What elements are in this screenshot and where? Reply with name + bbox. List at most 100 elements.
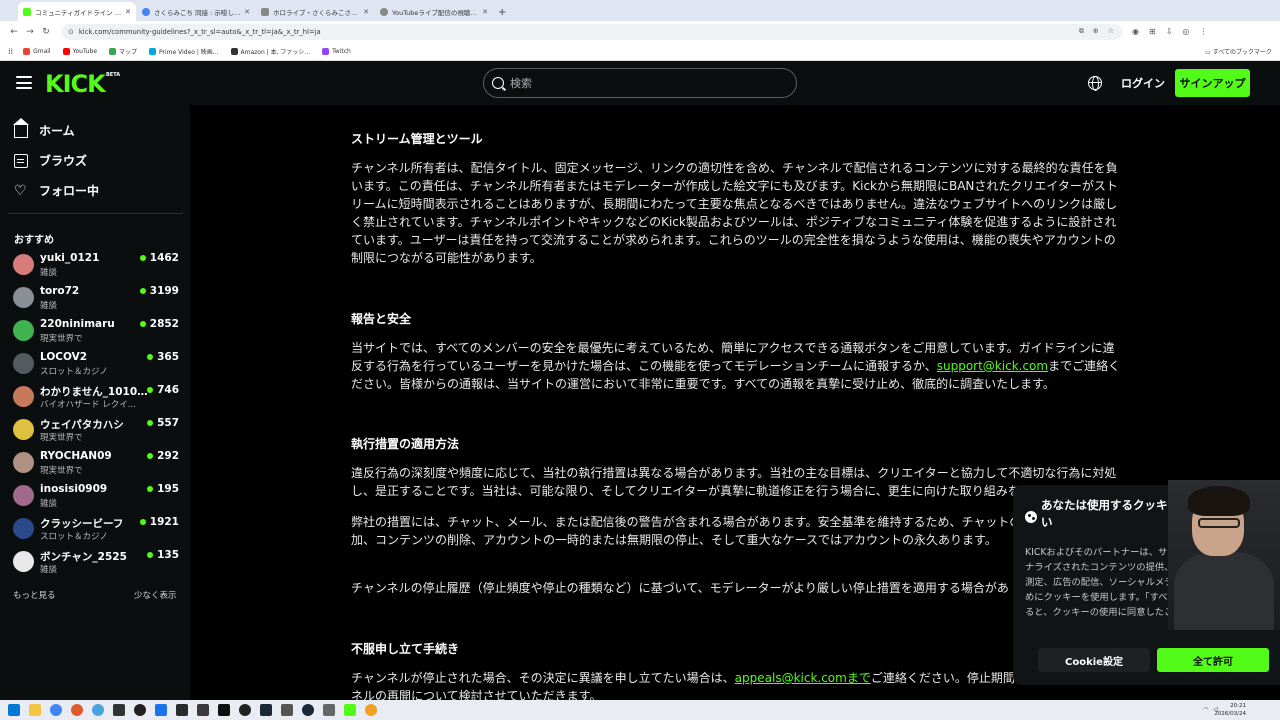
channel-item[interactable]: LOCOV2 スロット＆カジノ 365 [13, 350, 181, 382]
file-explorer-icon[interactable] [29, 704, 41, 716]
app-icon[interactable] [239, 704, 251, 716]
steam-icon[interactable] [302, 704, 314, 716]
app-icon[interactable] [113, 704, 125, 716]
download-icon[interactable]: ⇩ [1166, 27, 1173, 36]
tab-youtube-live[interactable]: YouTubeライブ配信の視聴者数を… ✕ [375, 2, 493, 21]
firefox-icon[interactable] [71, 704, 83, 716]
bookmark-twitch[interactable]: Twitch [322, 47, 351, 55]
login-button[interactable]: ログイン [1121, 75, 1165, 91]
menu-dots-icon[interactable]: ⋮ [1199, 27, 1207, 36]
app-icon[interactable] [281, 704, 293, 716]
channel-item[interactable]: inosisi0909 雑談 195 [13, 482, 181, 514]
url-text: kick.com/community-guidelines?_x_tr_sl=a… [78, 27, 321, 36]
channel-category: 雑談 [40, 565, 58, 575]
tab-title: ホロライブ・さくらみこさん、配信の『… [273, 8, 360, 17]
zoom-icon[interactable]: ⊕ [1093, 27, 1099, 36]
bookmark-label: Gmail [33, 47, 51, 55]
app-icon[interactable] [155, 704, 167, 716]
extension-icon[interactable]: ◉ [1132, 27, 1139, 36]
close-tab-icon[interactable]: ✕ [125, 8, 131, 16]
kick-logo[interactable]: KICK [45, 70, 106, 98]
address-bar[interactable]: ⊙ kick.com/community-guidelines?_x_tr_sl… [62, 23, 1122, 40]
signup-button[interactable]: サインアップ [1175, 69, 1250, 97]
back-icon[interactable]: ← [6, 27, 22, 37]
bookmark-amazon[interactable]: Amazon | 本, ファッシ... [230, 47, 310, 56]
channel-item[interactable]: yuki_0121 雑談 1462 [13, 251, 181, 283]
clock-time: 20:21 [1230, 703, 1246, 709]
chrome-icon[interactable] [50, 704, 62, 716]
bookmark-gmail[interactable]: Gmail [23, 47, 51, 55]
extensions-puzzle-icon[interactable]: ⊞ [1149, 27, 1156, 36]
paragraph-text: ネルの再開について検討させていただきます。 [351, 689, 602, 700]
sidebar-item-home[interactable]: ホーム [13, 117, 75, 139]
tab-google-search[interactable]: さくらみこち 同接 : 示唆し - Google ✕ [137, 2, 255, 21]
channel-item[interactable]: ウェイパタカハシ 現実世界で 557 [13, 416, 181, 448]
kick-app-icon[interactable] [344, 704, 356, 716]
app-icon[interactable] [365, 704, 377, 716]
viewer-count: 3199 [139, 285, 179, 297]
live-dot-icon [139, 519, 146, 525]
bookmark-maps[interactable]: マップ [109, 47, 137, 56]
search-bar[interactable] [483, 68, 797, 98]
channel-item[interactable]: 220ninimaru 現実世界で 2852 [13, 317, 181, 349]
channel-item[interactable]: toro72 雑談 3199 [13, 284, 181, 316]
accept-all-cookies-button[interactable]: 全て許可 [1157, 648, 1269, 672]
steam-icon[interactable] [260, 704, 272, 716]
close-tab-icon[interactable]: ✕ [363, 8, 369, 16]
reload-icon[interactable]: ↻ [38, 27, 54, 37]
start-icon[interactable] [8, 704, 20, 716]
appeals-email-link[interactable]: appeals@kick.comまで [735, 671, 871, 685]
browse-icon [14, 153, 28, 168]
channel-name: ボンチャン_2525 [40, 551, 127, 563]
search-icon [492, 77, 504, 89]
app-icon[interactable] [218, 704, 230, 716]
webcam-overlay [1168, 480, 1280, 630]
clock-date: 2026/03/24 [1214, 711, 1246, 717]
translate-icon[interactable]: ⧉ [1079, 27, 1084, 36]
channel-item[interactable]: わかりません_10101... バイオハザード レクイ... 746 [13, 383, 181, 415]
apps-grid-icon[interactable]: ⁞⁞ [8, 47, 13, 56]
app-icon[interactable] [176, 704, 188, 716]
search-input[interactable] [510, 76, 770, 90]
bookmark-prime-video[interactable]: Prime Video | 映画... [149, 47, 219, 56]
all-bookmarks[interactable]: ▭ すべてのブックマーク [1205, 47, 1272, 56]
bookmark-youtube[interactable]: YouTube [62, 47, 97, 55]
tab-hololive-article[interactable]: ホロライブ・さくらみこさん、配信の『… ✕ [256, 2, 374, 21]
app-icon[interactable] [92, 704, 104, 716]
live-dot-icon [147, 387, 154, 393]
profile-icon[interactable]: ◎ [1182, 27, 1189, 36]
site-info-icon[interactable]: ⊙ [68, 28, 74, 36]
new-tab-icon[interactable]: + [498, 7, 506, 18]
show-less-link[interactable]: 少なく表示 [134, 589, 177, 601]
sidebar-item-following[interactable]: ♡ フォロー中 [14, 182, 99, 199]
channel-name: わかりません_10101... [40, 386, 148, 398]
hamburger-menu-icon[interactable] [16, 76, 32, 89]
show-more-link[interactable]: もっと見る [13, 589, 56, 601]
terminal-icon[interactable] [197, 704, 209, 716]
language-globe-icon[interactable] [1088, 76, 1102, 91]
close-tab-icon[interactable]: ✕ [244, 8, 250, 16]
channel-item[interactable]: クラッシービーフ スロット＆カジノ 1921 [13, 515, 181, 547]
section-paragraph: 違反行為の深刻度や頻度に応じて、当社の執行措置は異なる場合があります。当社の主な… [351, 466, 1117, 498]
recommended-heading: おすすめ [14, 235, 54, 246]
channel-item[interactable]: RYOCHAN09 現実世界で 292 [13, 449, 181, 481]
sidebar-item-label: フォロー中 [39, 184, 100, 198]
youtube-icon [62, 47, 70, 55]
support-email-link[interactable]: support@kick.com [937, 359, 1048, 373]
tab-community-guidelines[interactable]: コミュニティガイドライン - キック ストリ… ✕ [18, 2, 136, 21]
avatar [13, 254, 34, 275]
channel-item[interactable]: ボンチャン_2525 雑談 135 [13, 548, 181, 580]
close-tab-icon[interactable]: ✕ [482, 8, 488, 16]
section-paragraph: 弊社の措置には、チャット、メール、または配信後の警告が含まれる場合があります。安… [351, 515, 1106, 547]
forward-icon[interactable]: → [22, 27, 38, 37]
taskbar-clock[interactable]: 20:21 2026/03/24 [1214, 702, 1246, 718]
section-paragraph: 当サイトでは、すべてのメンバーの安全を最優先に考えているため、簡単にアクセスでき… [351, 339, 1121, 393]
obs-icon[interactable] [134, 704, 146, 716]
app-icon[interactable] [323, 704, 335, 716]
bookmark-star-icon[interactable]: ☆ [1108, 27, 1114, 36]
sidebar-item-browse[interactable]: ブラウズ [14, 152, 87, 169]
viewer-count: 135 [147, 549, 179, 561]
twitch-icon [322, 47, 330, 55]
cookie-settings-button[interactable]: Cookie設定 [1038, 648, 1150, 672]
avatar [13, 386, 34, 407]
